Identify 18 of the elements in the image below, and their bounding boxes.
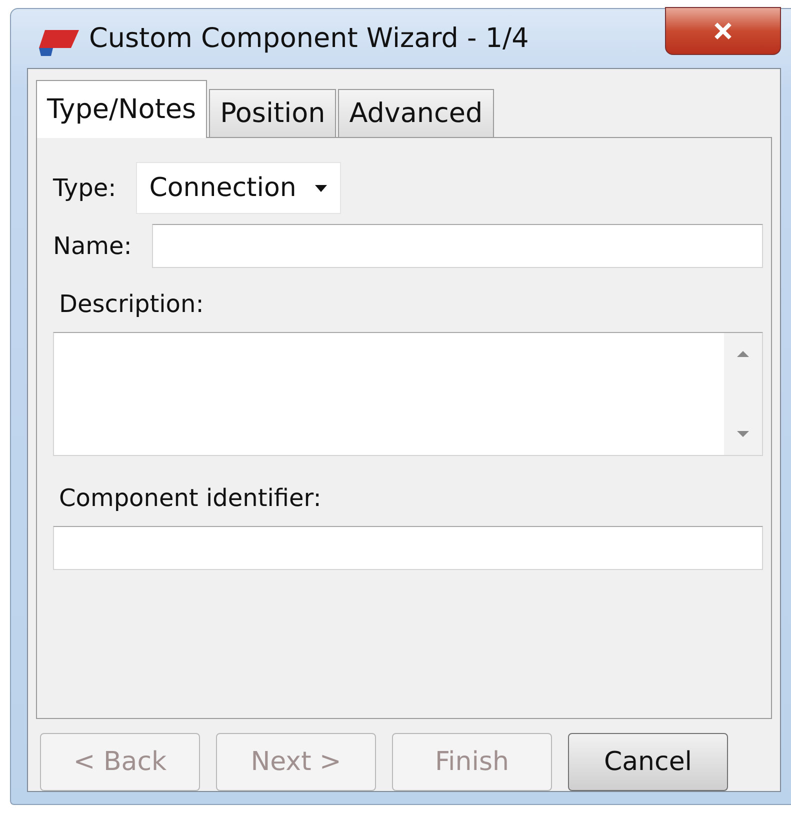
tab[interactable]: Advanced bbox=[338, 89, 494, 137]
type-dropdown[interactable]: Connection bbox=[136, 162, 342, 214]
tab[interactable]: Position bbox=[209, 89, 336, 137]
scroll-down-icon[interactable] bbox=[736, 429, 750, 439]
name-field[interactable] bbox=[152, 224, 763, 268]
window-title: Custom Component Wizard - 1/4 bbox=[89, 23, 529, 54]
field-label: Type: bbox=[53, 174, 116, 202]
tab[interactable]: Type/Notes bbox=[36, 80, 208, 138]
identifier-field[interactable] bbox=[53, 526, 763, 570]
scroll-up-icon[interactable] bbox=[736, 349, 750, 359]
description-field[interactable] bbox=[53, 332, 763, 456]
field-label: Description: bbox=[59, 290, 205, 318]
scrollbar[interactable] bbox=[724, 333, 762, 455]
field-label: Name: bbox=[53, 232, 132, 260]
wizard-button[interactable]: Cancel bbox=[568, 733, 728, 791]
field-label: Component identifier: bbox=[59, 484, 322, 512]
caret-icon bbox=[314, 183, 328, 193]
close-button[interactable] bbox=[665, 7, 781, 55]
